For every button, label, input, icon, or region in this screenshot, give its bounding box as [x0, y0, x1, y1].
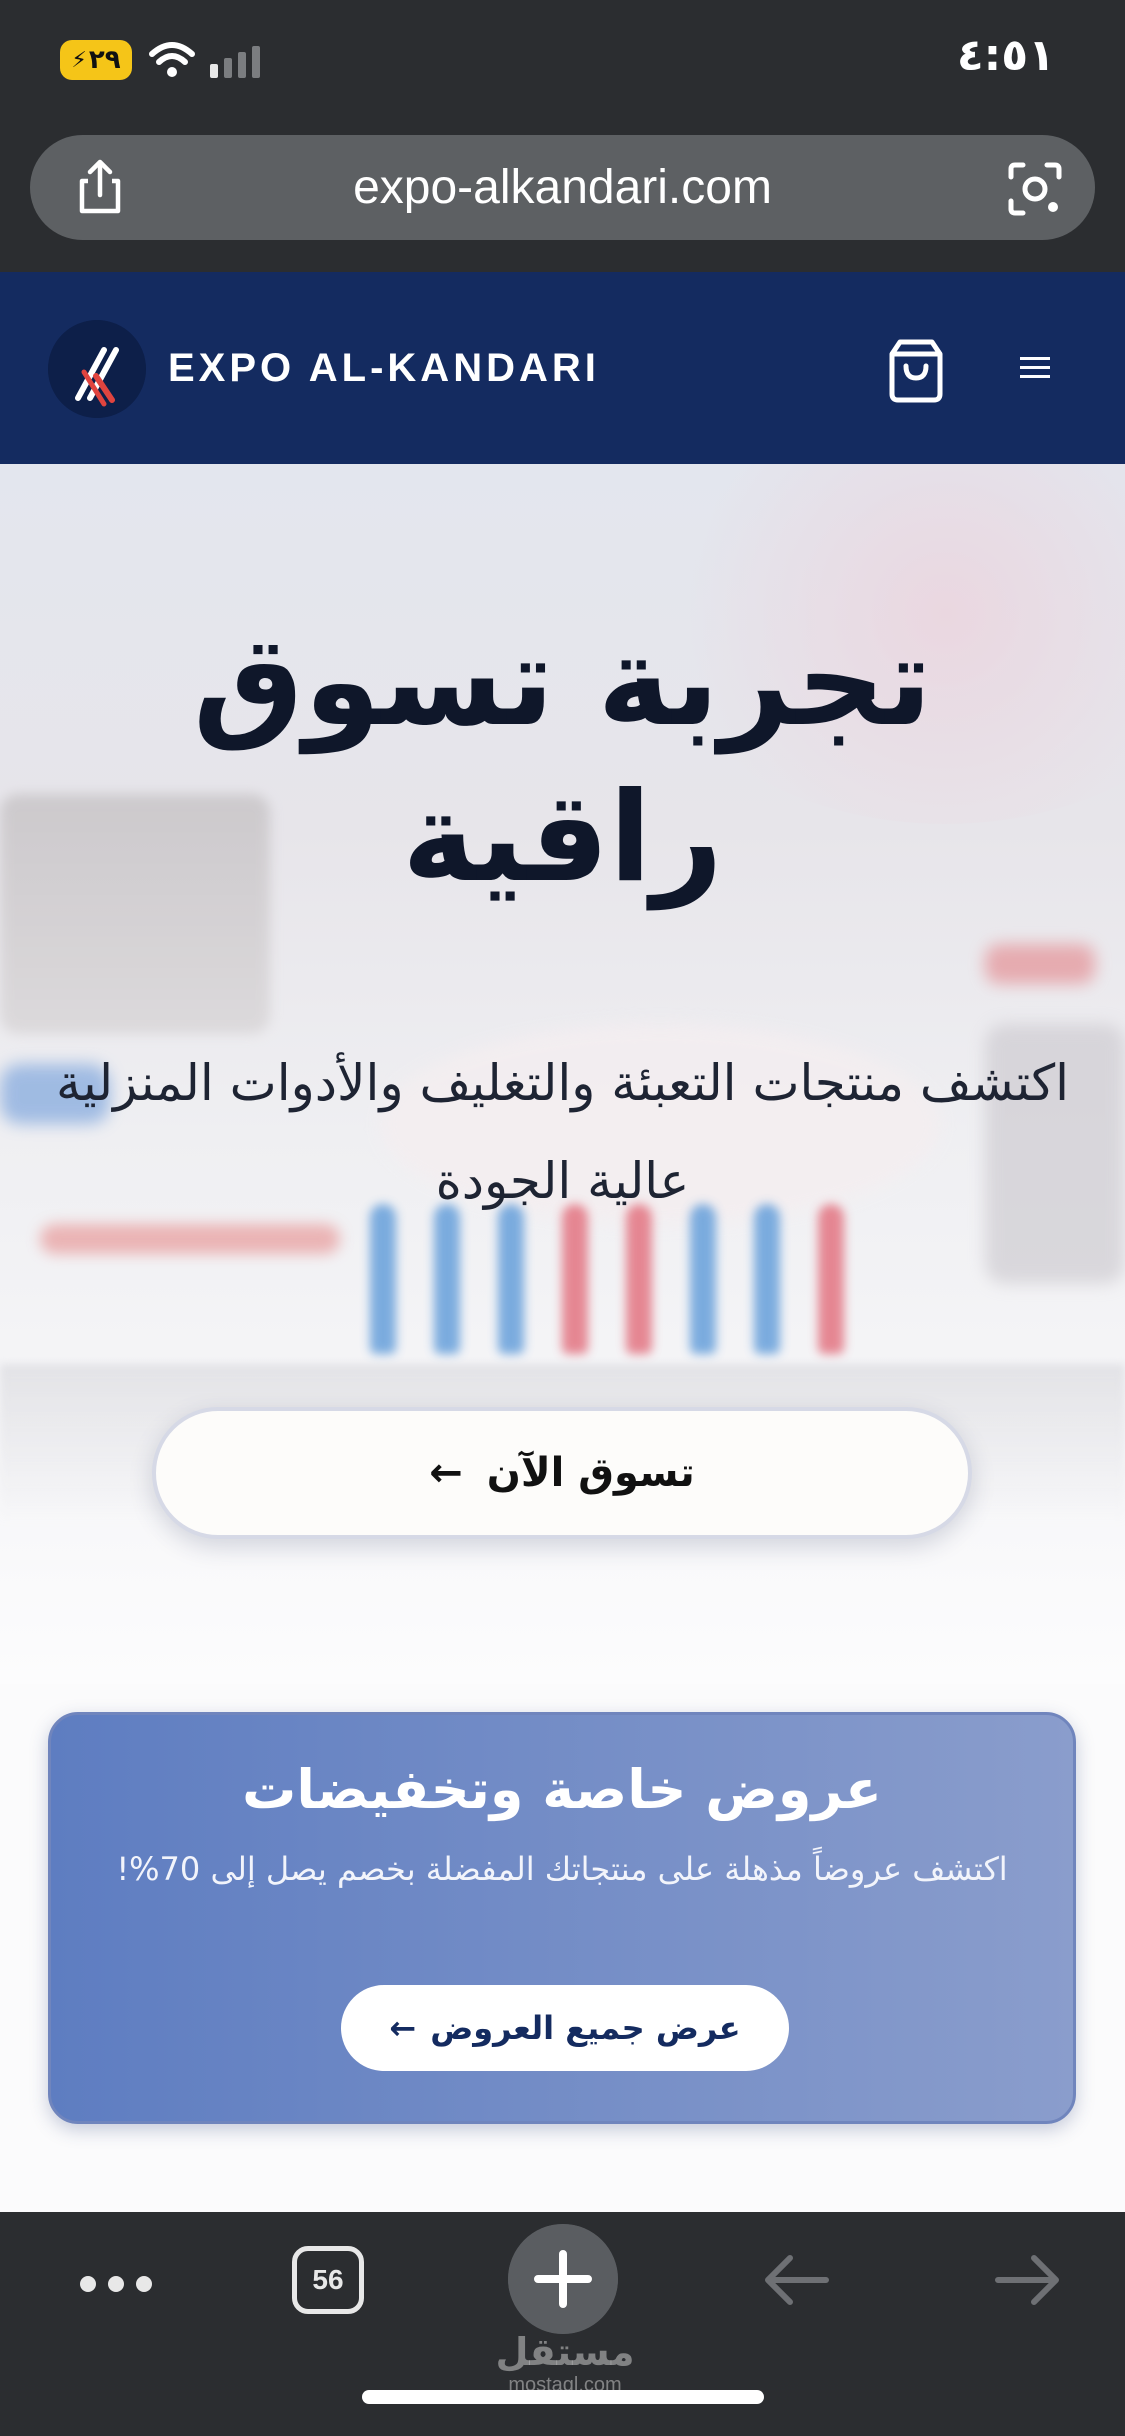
offers-title: عروض خاصة وتخفيضات — [242, 1758, 882, 1821]
battery-level: ٢٩ — [88, 45, 121, 75]
charging-bolt-icon: ⚡ — [71, 47, 87, 73]
cellular-signal-icon — [210, 44, 260, 78]
tab-count: 56 — [312, 2264, 344, 2295]
web-page: EXPO AL-KANDARI تجربة تسوق راقية اكتشف م… — [0, 272, 1125, 2212]
new-tab-plus-icon[interactable] — [508, 2224, 618, 2334]
arrow-left-icon: ← — [389, 2009, 417, 2047]
hero-subtitle: اكتشف منتجات التعبئة والتغليف والأدوات ا… — [55, 1054, 1070, 1210]
address-bar[interactable]: expo-alkandari.com — [30, 135, 1095, 240]
hero-title: تجربة تسوق راقية — [192, 610, 933, 910]
view-all-offers-label: عرض جميع العروض — [430, 2009, 741, 2047]
visual-search-icon[interactable] — [1005, 159, 1065, 219]
watermark-arabic: مستقل — [495, 2330, 635, 2374]
shop-now-label: تسوق الآن — [486, 1450, 695, 1496]
home-indicator[interactable] — [362, 2390, 764, 2404]
tab-switcher-button[interactable]: 56 — [292, 2246, 364, 2314]
battery-indicator: ⚡ ٢٩ — [60, 40, 132, 80]
hamburger-menu-icon[interactable] — [1018, 352, 1052, 382]
hero-background-red-lid — [985, 944, 1095, 984]
status-bar: ⚡ ٢٩ ٤:٥١ — [0, 0, 1125, 128]
shop-now-button[interactable]: تسوق الآن ← — [152, 1407, 972, 1539]
brand-name[interactable]: EXPO AL-KANDARI — [168, 340, 600, 396]
url-text[interactable]: expo-alkandari.com — [30, 135, 1095, 240]
shopping-bag-icon[interactable] — [880, 334, 952, 406]
wifi-icon — [149, 42, 195, 77]
watermark: مستقل mostaql.com — [480, 2332, 650, 2398]
arrow-left-icon: ← — [429, 1450, 463, 1496]
back-arrow-icon[interactable] — [760, 2252, 832, 2308]
brand-logo[interactable] — [48, 320, 146, 418]
forward-arrow-icon[interactable] — [992, 2252, 1064, 2308]
more-options-icon[interactable] — [80, 2272, 152, 2296]
offers-description: اكتشف عروضاً مذهلة على منتجاتك المفضلة ب… — [116, 1850, 1008, 1888]
offers-card: عروض خاصة وتخفيضات اكتشف عروضاً مذهلة عل… — [48, 1712, 1076, 2124]
view-all-offers-button[interactable]: عرض جميع العروض ← — [341, 1985, 789, 2071]
status-time: ٤:٥١ — [956, 30, 1055, 81]
site-header: EXPO AL-KANDARI — [0, 272, 1125, 464]
